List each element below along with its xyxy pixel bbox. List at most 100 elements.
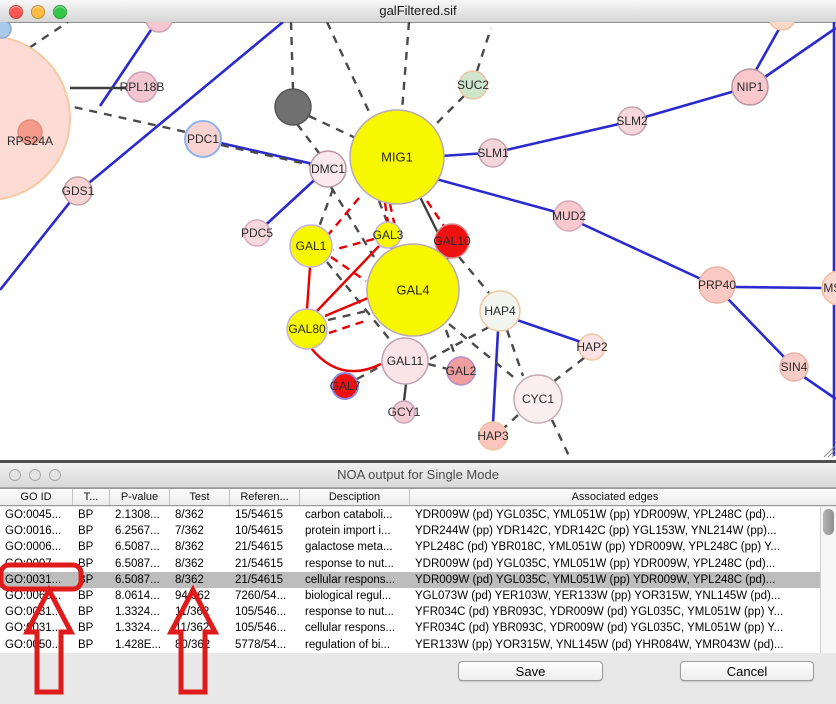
table-row[interactable]: GO:0031...BP1.3324...11/362105/546...res… — [0, 604, 820, 620]
cell-t-: BP — [73, 572, 110, 588]
scrollbar-thumb[interactable] — [823, 509, 834, 535]
node-gray-node[interactable] — [275, 89, 311, 125]
network-canvas[interactable]: RPL18BRPS24AGDS1PDC1PDC5DMC1MIG1SUC2SLM1… — [0, 22, 836, 458]
cell-go-id: GO:0016... — [0, 523, 73, 539]
cell-referen-: 21/54615 — [230, 556, 300, 572]
node-label: SIN4 — [781, 360, 808, 374]
node-gal1[interactable]: GAL1 — [290, 225, 332, 267]
node-hap4[interactable]: HAP4 — [480, 291, 520, 331]
cell-test: 8/362 — [170, 572, 230, 588]
network-window-titlebar[interactable]: galFiltered.sif — [0, 0, 836, 23]
edge-dash — [437, 96, 464, 123]
screen: galFiltered.sif RPL18BRPS24AGDS1PDC1PDC5… — [0, 0, 836, 704]
node-label: GAL11 — [387, 354, 424, 368]
column-header-test[interactable]: Test — [170, 489, 230, 505]
noa-window-titlebar[interactable]: NOA output for Single Mode — [0, 463, 836, 488]
table-row[interactable]: GO:0016...BP6.2567...7/36210/54615protei… — [0, 523, 820, 539]
node-label: MSL1 — [823, 281, 836, 295]
cell-go-id: GO:0065... — [0, 588, 73, 604]
node-label: PRP40 — [698, 278, 736, 292]
cell-referen-: 105/546... — [230, 604, 300, 620]
cell-p-value: 6.2567... — [110, 523, 170, 539]
node-label: SUC2 — [457, 78, 489, 92]
node-msl1[interactable]: MSL1 — [822, 271, 836, 305]
node-pdc1[interactable]: PDC1 — [185, 121, 221, 157]
edge-dash — [402, 22, 409, 111]
cell-associated-edges: YDR009W (pd) YGL035C, YML051W (pp) YDR00… — [410, 507, 820, 523]
column-header-associated-edges[interactable]: Associated edges — [410, 489, 820, 505]
cell-test: 8/362 — [170, 507, 230, 523]
cancel-button[interactable]: Cancel — [680, 661, 814, 681]
window-title: galFiltered.sif — [0, 3, 836, 18]
node-label: GCY1 — [388, 405, 421, 419]
save-button[interactable]: Save — [458, 661, 603, 681]
table-row[interactable]: GO:0050...BP1.428E...80/3625778/54...reg… — [0, 637, 820, 653]
cell-go-id: GO:0045... — [0, 507, 73, 523]
table-row[interactable]: GO:0045...BP2.1308...8/36215/54615carbon… — [0, 507, 820, 523]
node-gal11[interactable]: GAL11 — [382, 338, 428, 384]
node-mud2[interactable]: MUD2 — [552, 201, 586, 231]
column-header-desciption[interactable]: Desciption — [300, 489, 410, 505]
node-gal4[interactable]: GAL4 — [367, 244, 459, 336]
cell-p-value: 1.3324... — [110, 604, 170, 620]
node-mig1[interactable]: MIG1 — [350, 110, 444, 204]
node-tiny-blue-node[interactable] — [0, 22, 11, 38]
node-rpl18b[interactable]: RPL18B — [120, 72, 165, 102]
cell-associated-edges: YDR009W (pd) YGL035C, YML051W (pp) YDR00… — [410, 556, 820, 572]
node-suc2[interactable]: SUC2 — [457, 71, 489, 99]
node-gal3[interactable]: GAL3 — [373, 222, 404, 248]
cell-associated-edges: YPL248C (pd) YBR018C, YML051W (pp) YDR00… — [410, 539, 820, 555]
column-header-go-id[interactable]: GO ID — [0, 489, 73, 505]
node-label: GAL1 — [296, 239, 327, 253]
node-prp40[interactable]: PRP40 — [698, 267, 736, 303]
node-nip1[interactable]: NIP1 — [732, 69, 768, 105]
cell-referen-: 21/54615 — [230, 539, 300, 555]
node-gcy1[interactable]: GCY1 — [388, 401, 421, 423]
table-row[interactable]: GO:0031...BP1.3324...11/362105/546...cel… — [0, 620, 820, 636]
edge-dash — [291, 22, 293, 89]
node-cyc1[interactable]: CYC1 — [514, 375, 562, 423]
cell-associated-edges: YFR034C (pd) YBR093C, YDR009W (pd) YGL03… — [410, 604, 820, 620]
cell-test: 80/362 — [170, 637, 230, 653]
edge-dash — [319, 189, 333, 227]
edge-blue — [436, 179, 556, 212]
table-body: GO:0045...BP2.1308...8/36215/54615carbon… — [0, 507, 820, 653]
cell-referen-: 105/546... — [230, 620, 300, 636]
cell-desciption: galactose meta... — [300, 539, 410, 555]
vertical-scrollbar[interactable] — [820, 507, 836, 653]
edge-blue — [506, 124, 619, 150]
node-slm1[interactable]: SLM1 — [477, 139, 509, 167]
node-label: NIP1 — [737, 80, 764, 94]
edge-dark — [404, 384, 406, 401]
column-header-p-value[interactable]: P-value — [110, 489, 170, 505]
edge-redq — [311, 348, 381, 371]
cell-p-value: 6.5087... — [110, 556, 170, 572]
cell-t-: BP — [73, 588, 110, 604]
column-header-t-[interactable]: T... — [73, 489, 110, 505]
node-dmc1[interactable]: DMC1 — [310, 151, 346, 187]
cell-associated-edges: YFR034C (pd) YBR093C, YDR009W (pd) YGL03… — [410, 620, 820, 636]
node-label: RPL18B — [120, 80, 165, 94]
network-window: galFiltered.sif RPL18BRPS24AGDS1PDC1PDC5… — [0, 0, 836, 460]
cell-associated-edges: YGL073W (pd) YER103W, YER133W (pp) YOR31… — [410, 588, 820, 604]
table-row[interactable]: GO:0031...BP6.5087...8/36221/54615cellul… — [0, 572, 820, 588]
node-slm2[interactable]: SLM2 — [616, 107, 648, 135]
cell-test: 7/362 — [170, 523, 230, 539]
node-label: HAP3 — [477, 429, 509, 443]
node-hap2[interactable]: HAP2 — [576, 334, 608, 360]
cell-p-value: 6.5087... — [110, 572, 170, 588]
node-sin4[interactable]: SIN4 — [780, 353, 808, 381]
node-label: RPS24A — [7, 134, 53, 148]
node-gal2[interactable]: GAL2 — [446, 357, 477, 385]
node-gal7[interactable]: GAL7 — [330, 373, 361, 399]
node-gal80[interactable]: GAL80 — [287, 309, 327, 349]
table-row[interactable]: GO:0007...BP6.5087...8/36221/54615respon… — [0, 556, 820, 572]
table-row[interactable]: GO:0065...BP8.0614...94/3627260/54...bio… — [0, 588, 820, 604]
node-top-right-cut-node[interactable] — [769, 22, 795, 30]
cell-desciption: regulation of bi... — [300, 637, 410, 653]
table-row[interactable]: GO:0006...BP6.5087...8/36221/54615galact… — [0, 539, 820, 555]
edge-blue — [804, 377, 836, 399]
node-big-left-node[interactable] — [0, 36, 70, 200]
column-header-referen-[interactable]: Referen... — [230, 489, 300, 505]
edge-dash — [357, 365, 383, 379]
